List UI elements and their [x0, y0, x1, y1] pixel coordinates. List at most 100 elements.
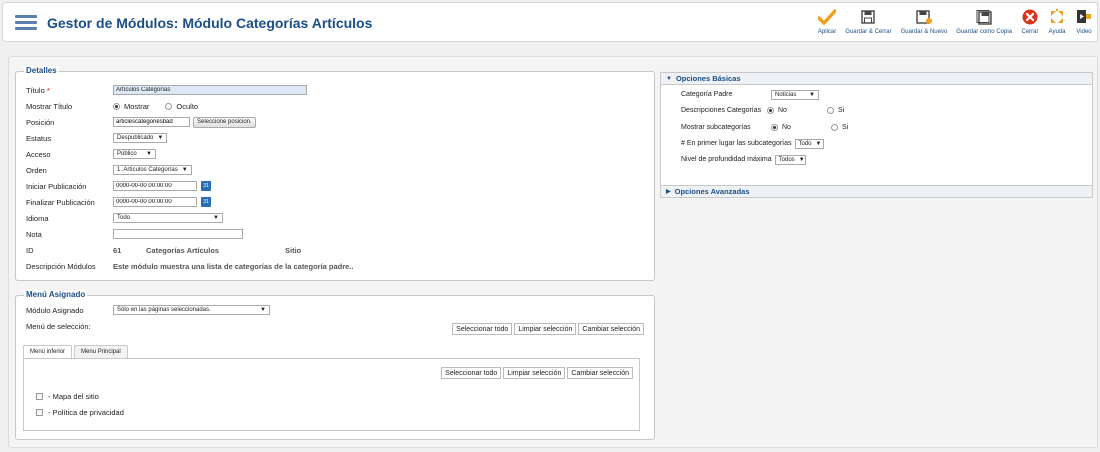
publish-up-row: Iniciar Publicación 31 — [26, 180, 211, 192]
save-copy-button[interactable]: Guardar como Copia — [956, 8, 1012, 35]
parent-category-row: Categoría Padre Noticias ▼ — [681, 89, 819, 100]
close-button[interactable]: Cerrar — [1021, 8, 1039, 35]
help-label: Ayuda — [1048, 29, 1066, 35]
checkmark-icon — [818, 8, 837, 26]
advanced-options-title: Opciones Avanzadas — [674, 187, 750, 196]
descriptions-no-radio[interactable]: No — [767, 107, 787, 114]
tab-select-all-button[interactable]: Seleccionar todo — [441, 367, 502, 379]
max-depth-label: Nivel de profundidad máxima — [681, 156, 772, 163]
chevron-down-icon: ▼ — [157, 135, 164, 141]
id-label: ID — [26, 245, 34, 255]
show-title-row: Mostrar Título Mostrar Oculto — [26, 100, 214, 112]
tab-menu-principal[interactable]: Menu Principal — [74, 345, 128, 358]
assignment-value: Sólo en las páginas seleccionadas. — [117, 307, 211, 313]
show-subcategories-label: Mostrar subcategorías — [681, 124, 751, 131]
status-label: Estatus — [26, 133, 52, 143]
show-subcategories-row: Mostrar subcategorías No Si — [681, 122, 864, 133]
save-new-label: Guardar & Nuevo — [900, 29, 948, 35]
status-select[interactable]: Despublicado ▼ — [113, 133, 168, 143]
apply-button[interactable]: Aplicar — [818, 8, 836, 35]
calendar-icon[interactable]: 31 — [201, 181, 211, 191]
description-row: Descripción Módulos Este módulo muestra … — [26, 260, 354, 272]
language-select[interactable]: Todo ▼ — [113, 213, 223, 223]
subcategories-si-dot — [830, 124, 838, 131]
access-value: Público — [117, 151, 137, 157]
radio-hide[interactable]: Oculto — [165, 102, 198, 111]
tab-toggle-selection-button[interactable]: Cambiar selección — [567, 367, 633, 379]
radio-hide-label: Oculto — [176, 101, 199, 111]
chevron-down-icon: ▼ — [666, 75, 672, 82]
language-value: Todo — [117, 215, 131, 221]
chevron-down-icon: ▼ — [815, 140, 822, 147]
order-select[interactable]: 1. Artículos Categorías ▼ — [113, 165, 192, 175]
chevron-down-icon: ▼ — [181, 167, 188, 173]
menu-item-label: - Mapa del sitio — [48, 392, 99, 401]
title-input[interactable] — [113, 85, 307, 95]
publish-down-label: Finalizar Publicación — [26, 197, 95, 207]
page-header: Gestor de Módulos: Módulo Categorías Art… — [2, 2, 1098, 42]
order-label: Orden — [26, 165, 47, 175]
toggle-selection-button[interactable]: Cambiar selección — [578, 323, 644, 335]
clear-selection-button[interactable]: Limpiar selección — [514, 323, 577, 335]
save-copy-label: Guardar como Copia — [956, 29, 1012, 35]
note-input[interactable] — [113, 229, 243, 239]
select-position-button[interactable]: Seleccione posicion. — [193, 116, 256, 128]
advanced-options-header[interactable]: ▶ Opciones Avanzadas — [661, 186, 1092, 197]
subcategories-si-radio[interactable]: Si — [830, 124, 848, 131]
video-button[interactable]: Video — [1075, 8, 1093, 35]
save-close-button[interactable]: Guardar & Cerrar — [845, 8, 892, 35]
chevron-down-icon: ▼ — [798, 156, 805, 163]
module-type: Categorías Artículos — [146, 245, 220, 255]
assignment-select[interactable]: Sólo en las páginas seleccionadas. ▼ — [113, 305, 270, 315]
chevron-down-icon: ▼ — [213, 215, 219, 221]
menu-tabs: Menú inferior Menu Principal — [23, 345, 130, 358]
note-label: Nota — [26, 229, 42, 239]
basic-options-header[interactable]: ▼ Opciones Básicas — [661, 73, 1092, 85]
basic-options-panel: ▼ Opciones Básicas Categoría Padre Notic… — [660, 72, 1093, 186]
checkbox[interactable] — [36, 393, 43, 400]
publish-up-input[interactable] — [113, 181, 197, 191]
select-all-button[interactable]: Seleccionar todo — [452, 323, 513, 335]
radio-show[interactable]: Mostrar — [113, 102, 149, 111]
position-input[interactable] — [113, 117, 190, 127]
category-descriptions-row: Descripciones Categorías No Si — [681, 105, 860, 116]
radio-hide-dot — [165, 102, 173, 110]
calendar-icon[interactable]: 31 — [201, 197, 211, 207]
descriptions-si-radio[interactable]: Si — [826, 107, 844, 114]
language-row: Idioma Todo ▼ — [26, 212, 223, 224]
menu-icon[interactable] — [15, 15, 37, 31]
menu-item-checkbox[interactable]: - Política de privacidad — [36, 408, 124, 417]
max-depth-value: Todos — [778, 156, 795, 163]
checkbox[interactable] — [36, 409, 43, 416]
help-icon — [1048, 8, 1066, 26]
first-subcategories-value: Todo — [798, 140, 812, 147]
descriptions-no-label: No — [778, 107, 787, 114]
order-row: Orden 1. Artículos Categorías ▼ — [26, 164, 192, 176]
chevron-down-icon: ▼ — [260, 307, 266, 313]
access-label: Acceso — [26, 149, 51, 159]
parent-category-value: Noticias — [775, 91, 797, 98]
help-button[interactable]: Ayuda — [1048, 8, 1066, 35]
menu-item-checkbox[interactable]: - Mapa del sitio — [36, 392, 99, 401]
subcategories-no-dot — [771, 124, 778, 131]
tab-clear-selection-button[interactable]: Limpiar selección — [503, 367, 566, 379]
tab-menu-inferior[interactable]: Menú inferior — [23, 345, 73, 358]
first-subcategories-select[interactable]: Todo ▼ — [794, 138, 824, 149]
publish-down-input[interactable] — [113, 197, 197, 207]
max-depth-row: Nivel de profundidad máxima Todos ▼ — [681, 154, 806, 165]
access-select[interactable]: Público ▼ — [113, 149, 156, 159]
first-subcategories-label: # En primer lugar las subcategorías — [681, 140, 792, 147]
advanced-options-panel[interactable]: ▶ Opciones Avanzadas — [660, 185, 1093, 198]
subcategories-no-label: No — [782, 124, 791, 131]
parent-category-select[interactable]: Noticias ▼ — [771, 89, 819, 100]
max-depth-select[interactable]: Todos ▼ — [774, 154, 806, 165]
language-label: Idioma — [26, 213, 49, 223]
toolbar: Aplicar Guardar & Cerrar Guardar & Nuevo… — [809, 8, 1093, 35]
chevron-down-icon: ▼ — [809, 91, 815, 98]
save-new-button[interactable]: Guardar & Nuevo — [900, 8, 948, 35]
subcategories-no-radio[interactable]: No — [771, 124, 791, 131]
save-new-icon — [915, 8, 933, 26]
show-title-label: Mostrar Título — [26, 101, 73, 111]
video-icon — [1075, 8, 1093, 26]
assignment-row: Módulo Asignado Sólo en las páginas sele… — [26, 304, 270, 316]
